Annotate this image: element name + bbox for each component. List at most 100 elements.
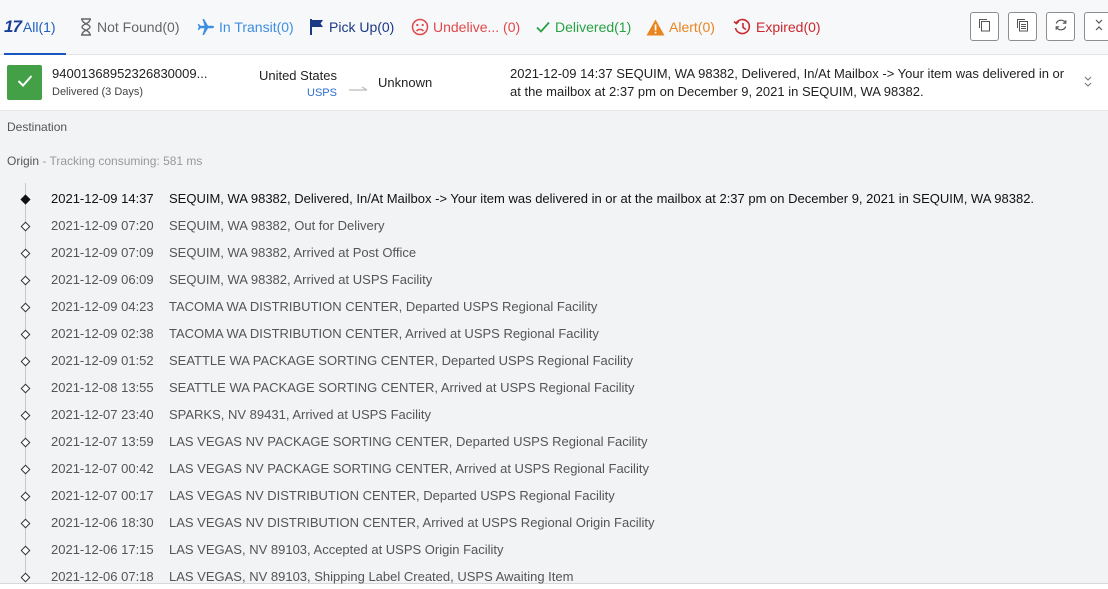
- origin-country: United States: [258, 68, 337, 83]
- status-filter-bar: 17 All(1) Not Found(0) In Transit(0) Pic…: [0, 0, 1108, 55]
- event-time: 2021-12-09 01:52: [51, 353, 154, 368]
- event-time: 2021-12-07 23:40: [51, 407, 154, 422]
- event-description: SEATTLE WA PACKAGE SORTING CENTER, Arriv…: [169, 380, 635, 395]
- refresh-icon: [1054, 18, 1068, 35]
- event-time: 2021-12-07 00:42: [51, 461, 154, 476]
- timeline-diamond-icon: [20, 491, 31, 502]
- timeline-event: 2021-12-06 07:18 LAS VEGAS, NV 89103, Shi…: [0, 569, 1108, 589]
- expand-collapse-icon: [1093, 18, 1105, 35]
- tab-expired[interactable]: Expired(0): [733, 0, 821, 54]
- tab-delivered-label: Delivered(1): [555, 19, 632, 35]
- tab-undelivered[interactable]: Undelive... (0): [411, 0, 520, 54]
- tab-in-transit[interactable]: In Transit(0): [197, 0, 294, 54]
- timeline-diamond-icon: [20, 518, 31, 529]
- checkmark-icon: [17, 74, 33, 91]
- tab-not-found-label: Not Found(0): [97, 19, 180, 35]
- tab-pick-up-label: Pick Up(0): [329, 19, 395, 35]
- timeline-event: 2021-12-09 07:09 SEQUIM, WA 98382, Arrive…: [0, 245, 1108, 272]
- timeline-event: 2021-12-09 07:20 SEQUIM, WA 98382, Out fo…: [0, 218, 1108, 245]
- sad-face-icon: [411, 18, 429, 36]
- tab-delivered[interactable]: Delivered(1): [535, 0, 631, 54]
- origin-header: Origin - Tracking consuming: 581 ms: [7, 154, 202, 168]
- latest-event: 2021-12-09 14:37 SEQUIM, WA 98382, Deliv…: [510, 66, 1065, 99]
- tab-not-found[interactable]: Not Found(0): [79, 0, 179, 54]
- event-description: SEQUIM, WA 98382, Out for Delivery: [169, 218, 385, 233]
- tab-all[interactable]: 17 All(1): [4, 0, 66, 55]
- timeline-diamond-icon: [20, 248, 31, 259]
- tab-pick-up[interactable]: Pick Up(0): [309, 0, 394, 54]
- event-description: LAS VEGAS, NV 89103, Shipping Label Crea…: [169, 569, 574, 584]
- timeline-diamond-icon: [20, 383, 31, 394]
- shipment-status: Delivered (3 Days): [52, 86, 144, 98]
- timeline-diamond-icon: [20, 410, 31, 421]
- event-time: 2021-12-06 17:15: [51, 542, 154, 557]
- delivered-status-box: [7, 65, 42, 100]
- event-time: 2021-12-09 14:37: [51, 191, 154, 206]
- event-time: 2021-12-06 07:18: [51, 569, 154, 584]
- event-time: 2021-12-07 00:17: [51, 488, 154, 503]
- event-time: 2021-12-09 02:38: [51, 326, 154, 341]
- copy-icon: [978, 18, 991, 35]
- tracking-detail-panel: Destination Origin - Tracking consuming:…: [0, 111, 1108, 584]
- timeline-diamond-icon: [20, 275, 31, 286]
- tracking-consume-time: - Tracking consuming: 581 ms: [39, 154, 203, 168]
- timeline-event: 2021-12-06 18:30 LAS VEGAS NV DISTRIBUTIO…: [0, 515, 1108, 542]
- event-time: 2021-12-09 06:09: [51, 272, 154, 287]
- expand-icon[interactable]: [1081, 74, 1095, 90]
- event-time: 2021-12-08 13:55: [51, 380, 154, 395]
- origin-label: Origin: [7, 154, 40, 168]
- timeline-diamond-icon: [20, 464, 31, 475]
- timeline-diamond-icon: [20, 545, 31, 556]
- checkmark-icon: [535, 19, 551, 35]
- copy-all-button[interactable]: [1008, 12, 1037, 41]
- timeline-event: 2021-12-07 23:40 SPARKS, NV 89431, Arrive…: [0, 407, 1108, 434]
- timeline-event: 2021-12-07 00:42 LAS VEGAS NV PACKAGE SOR…: [0, 461, 1108, 488]
- carrier-link[interactable]: USPS: [232, 87, 337, 99]
- flag-icon: [309, 18, 325, 36]
- event-description: LAS VEGAS NV PACKAGE SORTING CENTER, Arr…: [169, 461, 649, 476]
- shipment-summary-row[interactable]: 94001368952326830009... Delivered (3 Day…: [0, 55, 1108, 111]
- copy-button[interactable]: [970, 12, 999, 41]
- timeline-event: 2021-12-06 17:15 LAS VEGAS, NV 89103, Acc…: [0, 542, 1108, 569]
- timeline-event: 2021-12-09 06:09 SEQUIM, WA 98382, Arrive…: [0, 272, 1108, 299]
- event-description: SEATTLE WA PACKAGE SORTING CENTER, Depar…: [169, 353, 634, 368]
- destination-country: Unknown: [378, 75, 433, 90]
- timeline-diamond-icon: [20, 356, 31, 367]
- timeline-event: 2021-12-09 14:37 SEQUIM, WA 98382, Delive…: [0, 191, 1108, 218]
- timeline-diamond-icon: [20, 194, 31, 205]
- collapse-all-button[interactable]: [1084, 12, 1108, 41]
- event-description: LAS VEGAS NV PACKAGE SORTING CENTER, Dep…: [169, 434, 648, 449]
- event-description: LAS VEGAS, NV 89103, Accepted at USPS Or…: [169, 542, 504, 557]
- tab-expired-label: Expired(0): [756, 19, 821, 35]
- timeline-event: 2021-12-08 13:55 SEATTLE WA PACKAGE SORTI…: [0, 380, 1108, 407]
- event-time: 2021-12-09 07:09: [51, 245, 154, 260]
- tab-alert[interactable]: Alert(0): [646, 0, 715, 54]
- timeline-diamond-icon: [20, 437, 31, 448]
- route-arrow-icon: [349, 80, 369, 91]
- warning-triangle-icon: [646, 19, 665, 36]
- tab-undelivered-label: Undelive... (0): [433, 19, 521, 35]
- event-time: 2021-12-07 13:59: [51, 434, 154, 449]
- event-description: TACOMA WA DISTRIBUTION CENTER, Departed …: [169, 299, 598, 314]
- timeline-diamond-icon: [20, 329, 31, 340]
- clock-history-icon: [733, 18, 752, 36]
- tab-in-transit-label: In Transit(0): [219, 19, 294, 35]
- destination-label: Destination: [7, 120, 68, 134]
- tab-all-label: All(1): [22, 19, 56, 35]
- tab-alert-label: Alert(0): [669, 19, 715, 35]
- refresh-button[interactable]: [1046, 12, 1075, 41]
- event-description: TACOMA WA DISTRIBUTION CENTER, Arrived a…: [169, 326, 599, 341]
- event-time: 2021-12-09 07:20: [51, 218, 154, 233]
- timeline-diamond-icon: [20, 221, 31, 232]
- event-description: SPARKS, NV 89431, Arrived at USPS Facili…: [169, 407, 432, 422]
- airplane-icon: [197, 18, 215, 36]
- event-description: LAS VEGAS NV DISTRIBUTION CENTER, Depart…: [169, 488, 615, 503]
- tracking-number[interactable]: 94001368952326830009...: [52, 66, 207, 81]
- timeline-event: 2021-12-07 00:17 LAS VEGAS NV DISTRIBUTIO…: [0, 488, 1108, 515]
- timeline-event: 2021-12-07 13:59 LAS VEGAS NV PACKAGE SOR…: [0, 434, 1108, 461]
- timeline-event: 2021-12-09 02:38 TACOMA WA DISTRIBUTION C…: [0, 326, 1108, 353]
- logo-17track: 17: [4, 17, 22, 36]
- event-description: SEQUIM, WA 98382, Arrived at USPS Facili…: [169, 272, 433, 287]
- event-time: 2021-12-06 18:30: [51, 515, 154, 530]
- timeline-event: 2021-12-09 04:23 TACOMA WA DISTRIBUTION C…: [0, 299, 1108, 326]
